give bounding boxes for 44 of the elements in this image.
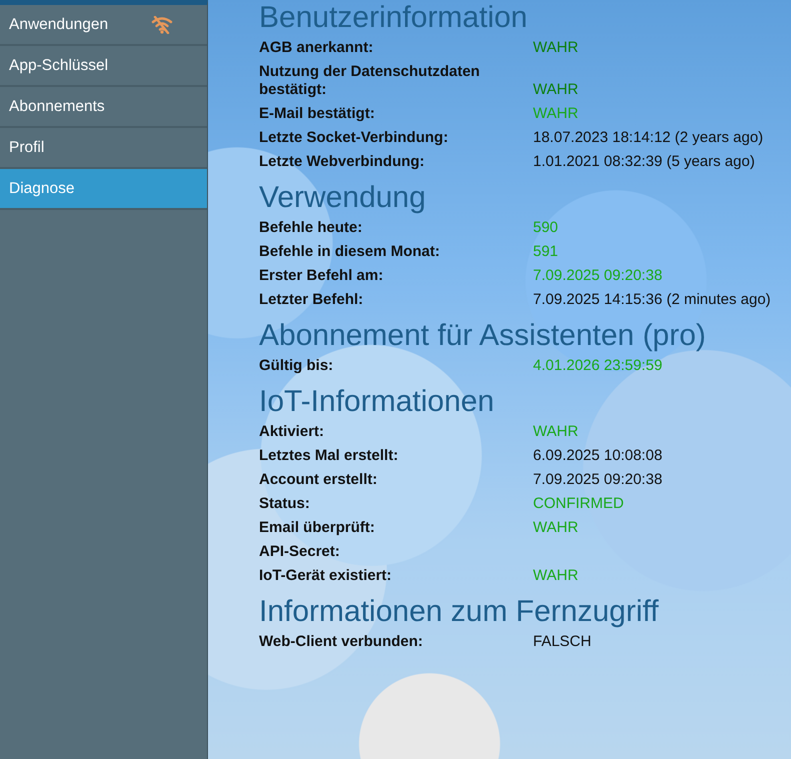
field-value: WAHR bbox=[533, 81, 580, 99]
field-label: Befehle in diesem Monat: bbox=[259, 243, 441, 261]
field-label: Letztes Mal erstellt: bbox=[259, 447, 400, 465]
field-value: 591 bbox=[533, 243, 560, 261]
field-value: 7.09.2025 14:15:36 (2 minutes ago) bbox=[533, 291, 772, 309]
field-value: 6.09.2025 10:08:08 bbox=[533, 447, 664, 465]
field-label: Erster Befehl am: bbox=[259, 267, 384, 285]
field-value: WAHR bbox=[533, 105, 580, 123]
field-label: Nutzung der Datenschutzdaten bestätigt: bbox=[259, 63, 481, 99]
field-value: 18.07.2023 18:14:12 (2 years ago) bbox=[533, 129, 764, 147]
field-value: 1.01.2021 08:32:39 (5 years ago) bbox=[533, 153, 756, 171]
sidebar-item[interactable]: Abonnements bbox=[0, 87, 207, 128]
field-label: Gültig bis: bbox=[259, 357, 334, 375]
field-value: WAHR bbox=[533, 519, 580, 537]
field-label: Letzter Befehl: bbox=[259, 291, 364, 309]
field-value: WAHR bbox=[533, 567, 580, 585]
field-label: IoT-Gerät existiert: bbox=[259, 567, 393, 585]
field-label: Web-Client verbunden: bbox=[259, 633, 424, 651]
sidebar-item[interactable]: Anwendungen bbox=[0, 5, 207, 46]
field-label: Letzte Socket-Verbindung: bbox=[259, 129, 450, 147]
section-heading: Benutzerinformation bbox=[259, 0, 528, 36]
field-label: Letzte Webverbindung: bbox=[259, 153, 426, 171]
field-value: 7.09.2025 09:20:38 bbox=[533, 267, 664, 285]
field-value: 590 bbox=[533, 219, 560, 237]
sidebar-item[interactable]: Diagnose bbox=[0, 169, 207, 210]
field-value: WAHR bbox=[533, 39, 580, 57]
section-heading: Informationen zum Fernzugriff bbox=[259, 594, 660, 630]
field-value: 4.01.2026 23:59:59 bbox=[533, 357, 664, 375]
field-value: FALSCH bbox=[533, 633, 592, 651]
field-label: E-Mail bestätigt: bbox=[259, 105, 376, 123]
field-label: Befehle heute: bbox=[259, 219, 364, 237]
field-value: 7.09.2025 09:20:38 bbox=[533, 471, 664, 489]
field-value: CONFIRMED bbox=[533, 495, 625, 513]
field-value: WAHR bbox=[533, 423, 580, 441]
sidebar-item[interactable]: App-Schlüssel bbox=[0, 46, 207, 87]
field-label: Aktiviert: bbox=[259, 423, 326, 441]
field-label: Status: bbox=[259, 495, 311, 513]
field-label: API-Secret: bbox=[259, 543, 341, 561]
field-label: Email überprüft: bbox=[259, 519, 376, 537]
section-heading: Verwendung bbox=[259, 180, 427, 216]
field-label: Account erstellt: bbox=[259, 471, 378, 489]
field-label: AGB anerkannt: bbox=[259, 39, 374, 57]
section-heading: Abonnement für Assistenten (pro) bbox=[259, 318, 707, 354]
section-heading: IoT-Informationen bbox=[259, 384, 496, 420]
